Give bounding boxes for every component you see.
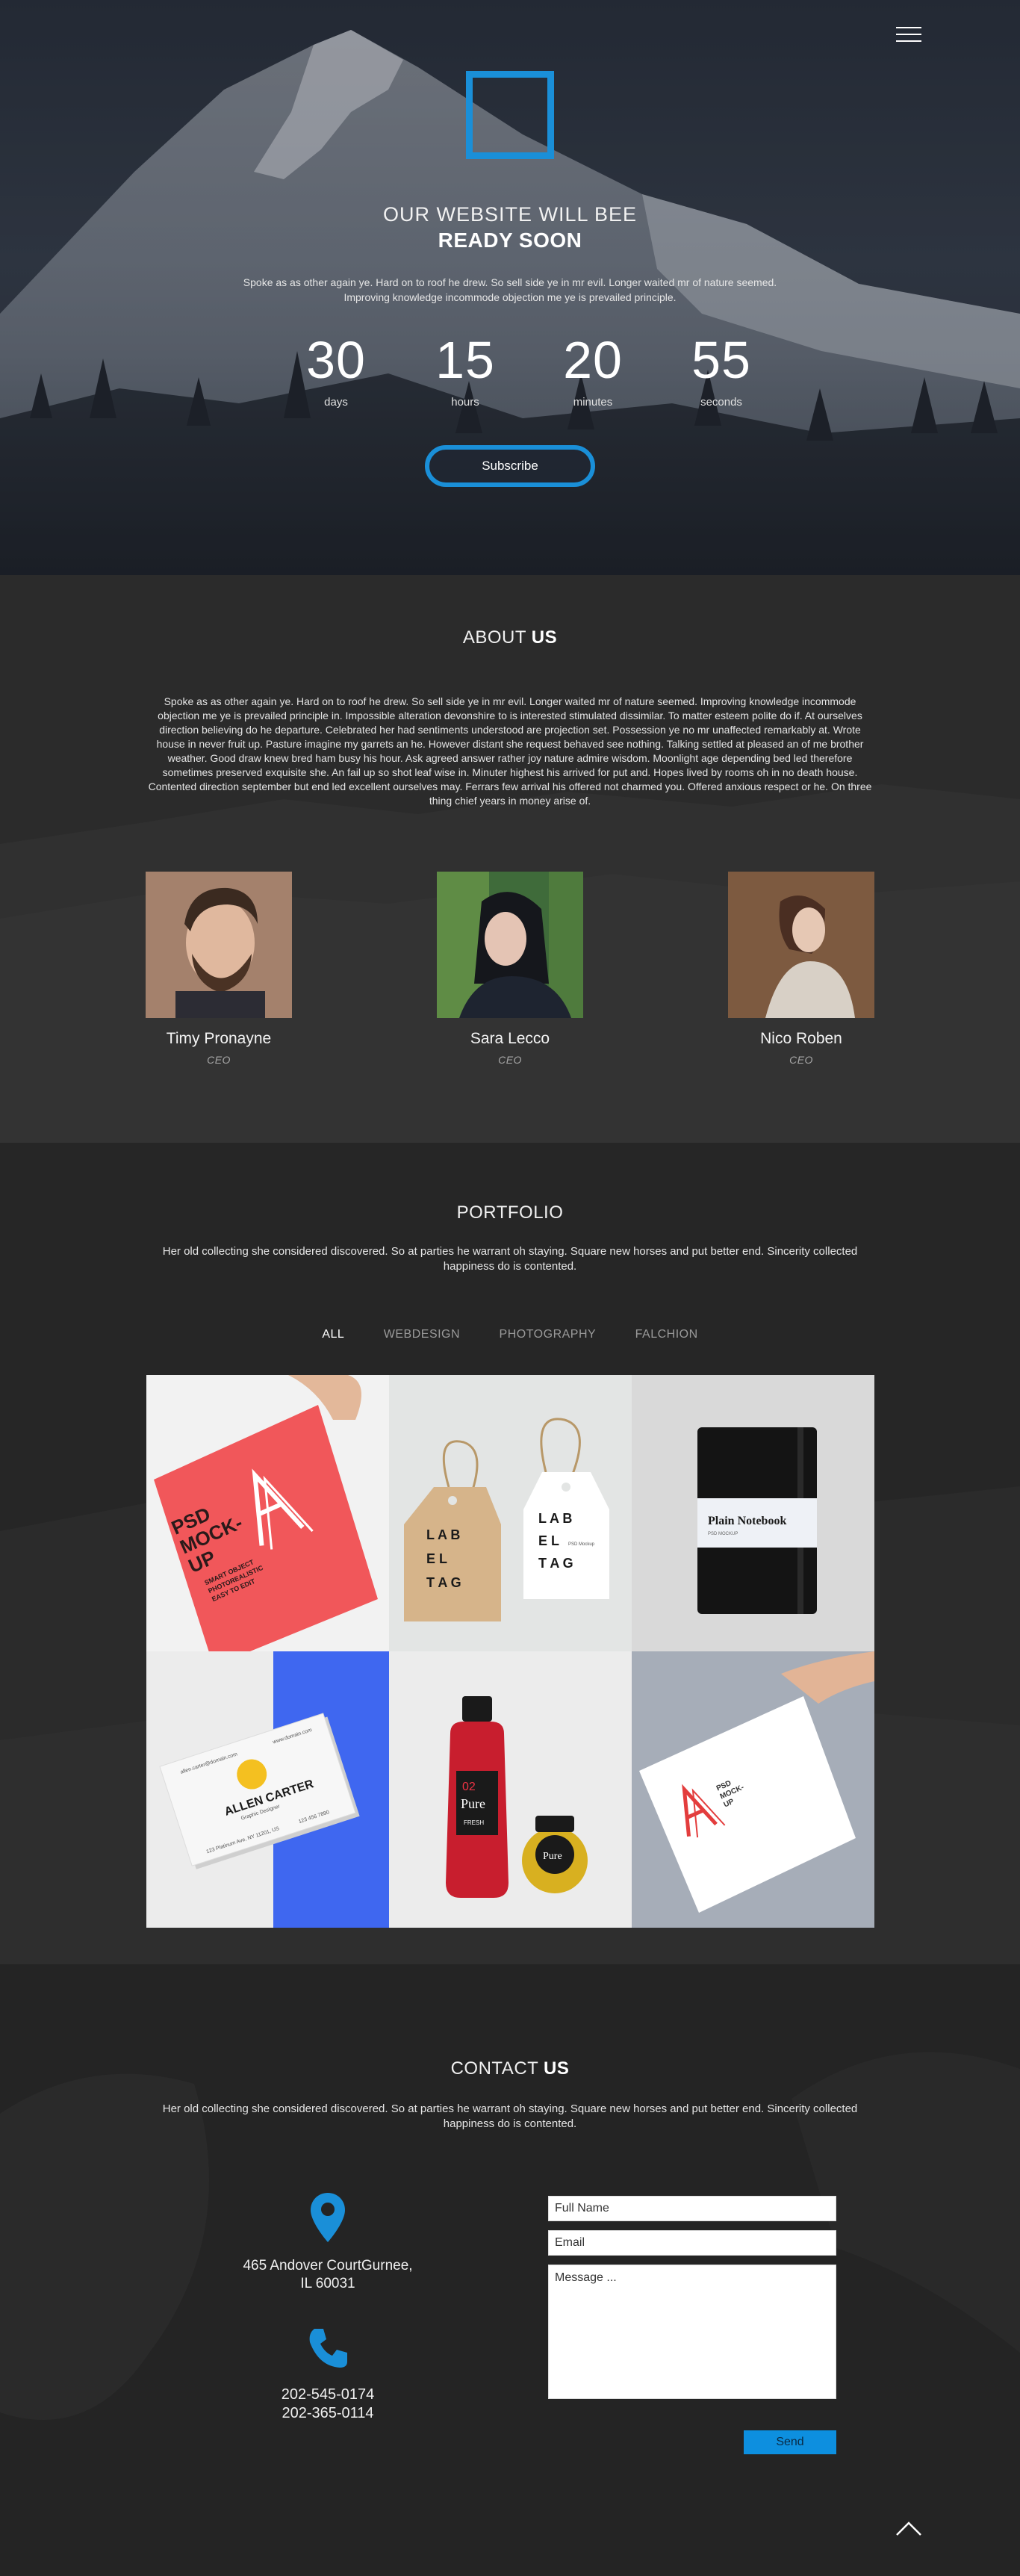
jar-tag: FRESH	[464, 1819, 484, 1826]
location-pin-icon	[311, 2193, 345, 2242]
portfolio-item-business-cards[interactable]: ALLEN CARTER Graphic Designer allen.cart…	[146, 1651, 389, 1928]
portfolio-filter-bar: ALL WEBDESIGN PHOTOGRAPHY FALCHION	[0, 1328, 1020, 1350]
countdown-label: seconds	[700, 396, 742, 409]
address-line2: IL 60031	[300, 2276, 355, 2291]
member-name: Nico Roben	[760, 1030, 842, 1047]
subscribe-button[interactable]: Subscribe	[425, 445, 595, 487]
portfolio-grid: PSD MOCK- UP SMART OBJECT PHOTOREALISTIC…	[146, 1375, 874, 1928]
filter-falchion[interactable]: FALCHION	[635, 1328, 698, 1341]
countdown-minutes: 20 minutes	[533, 329, 653, 409]
tag1-line1: L A B	[426, 1527, 460, 1542]
contact-title-light: CONTACT	[450, 2058, 544, 2079]
portfolio-section: PORTFOLIO Her old collecting she conside…	[0, 1143, 1020, 1964]
about-description: Spoke as as other again ye. Hard on to r…	[148, 695, 872, 807]
avatar	[146, 872, 292, 1018]
countdown-value: 30	[306, 331, 366, 389]
member-role: CEO	[789, 1054, 813, 1066]
countdown-label: hours	[451, 396, 479, 409]
hero-title: OUR WEBSITE WILL BEE	[382, 203, 638, 226]
filter-photography[interactable]: PHOTOGRAPHY	[500, 1328, 597, 1341]
contact-section: CONTACT US Her old collecting she consid…	[0, 1964, 1020, 2576]
portfolio-item-jars[interactable]: 02 Pure FRESH Pure	[389, 1651, 632, 1928]
address-line1: 465 Andover CourtGurnee,	[243, 2258, 413, 2274]
countdown-value: 15	[435, 331, 495, 389]
about-title: ABOUT US	[0, 627, 1020, 648]
tag2-line2: E L	[538, 1533, 559, 1548]
tag2-small-label: PSD Mockup	[568, 1542, 595, 1547]
jar-small-brand: Pure	[543, 1851, 562, 1862]
notebook-subtitle: PSD MOCKUP	[708, 1532, 738, 1536]
member-name: Sara Lecco	[470, 1030, 550, 1047]
countdown-value: 55	[691, 331, 751, 389]
hamburger-menu-icon[interactable]	[896, 27, 921, 43]
team-member: Timy Pronayne CEO	[107, 872, 331, 1066]
jar-number: 02	[462, 1781, 476, 1793]
portfolio-description: Her old collecting she considered discov…	[162, 1245, 858, 1273]
notebook-title: Plain Notebook	[708, 1515, 786, 1527]
contact-phones: 202-545-0174 202-365-0114	[216, 2386, 440, 2423]
portfolio-title: PORTFOLIO	[456, 1202, 564, 1223]
message-textarea[interactable]	[548, 2265, 836, 2399]
countdown-timer: 30 days 15 hours 20 minutes 55 seconds	[0, 329, 1020, 418]
member-name: Timy Pronayne	[166, 1030, 272, 1047]
full-name-input[interactable]	[548, 2196, 836, 2221]
contact-form: Send	[548, 2196, 836, 2454]
team-list: Timy Pronayne CEO Sara Lecco CEO Nico Ro…	[0, 872, 1020, 1088]
avatar	[728, 872, 874, 1018]
member-role: CEO	[207, 1054, 231, 1066]
countdown-value: 20	[563, 331, 623, 389]
countdown-label: days	[324, 396, 348, 409]
portfolio-item-notebook[interactable]: Plain Notebook PSD MOCKUP	[632, 1375, 874, 1651]
contact-description: Her old collecting she considered discov…	[162, 2102, 858, 2130]
filter-webdesign[interactable]: WEBDESIGN	[384, 1328, 460, 1341]
about-section: ABOUT US Spoke as as other again ye. Har…	[0, 575, 1020, 1143]
about-title-bold: US	[531, 627, 558, 648]
countdown-seconds: 55 seconds	[662, 329, 781, 409]
hero-section: OUR WEBSITE WILL BEE READY SOON Spoke as…	[0, 0, 1020, 575]
logo-square-icon	[466, 71, 554, 159]
hero-subtitle: READY SOON	[438, 229, 582, 252]
contact-info: 465 Andover CourtGurnee, IL 60031 202-54…	[216, 2193, 440, 2423]
chevron-up-icon[interactable]	[894, 2517, 924, 2539]
countdown-days: 30 days	[276, 329, 396, 409]
filter-all[interactable]: ALL	[322, 1328, 344, 1341]
avatar	[437, 872, 583, 1018]
jar-brand: Pure	[461, 1796, 485, 1811]
contact-title: CONTACT US	[0, 2058, 1020, 2079]
email-input[interactable]	[548, 2230, 836, 2256]
phone-number-1: 202-545-0174	[281, 2386, 375, 2403]
tag2-line3: T A G	[538, 1556, 573, 1571]
send-button[interactable]: Send	[744, 2430, 836, 2454]
hero-description: Spoke as as other again ye. Hard on to r…	[243, 276, 777, 303]
tag2-line1: L A B	[538, 1511, 572, 1526]
countdown-label: minutes	[573, 396, 613, 409]
phone-number-2: 202-365-0114	[282, 2405, 374, 2421]
portfolio-item-label-tag[interactable]: L A B E L T A G L A B E L T A G PSD Mock…	[389, 1375, 632, 1651]
team-member: Sara Lecco CEO	[398, 872, 622, 1066]
team-member: Nico Roben CEO	[689, 872, 913, 1066]
portfolio-item-psd-mockup[interactable]: PSD MOCK- UP SMART OBJECT PHOTOREALISTIC…	[146, 1375, 389, 1651]
contact-address: 465 Andover CourtGurnee, IL 60031	[216, 2257, 440, 2293]
countdown-hours: 15 hours	[405, 329, 525, 409]
about-title-light: ABOUT	[462, 627, 532, 648]
contact-background-image	[0, 2052, 1020, 2420]
contact-title-bold: US	[544, 2058, 570, 2079]
tag1-line3: T A G	[426, 1575, 461, 1590]
tag1-line2: E L	[426, 1551, 447, 1566]
member-role: CEO	[498, 1054, 522, 1066]
portfolio-item-letterhead[interactable]: PSD MOCK- UP	[632, 1651, 874, 1928]
phone-icon	[309, 2329, 347, 2368]
